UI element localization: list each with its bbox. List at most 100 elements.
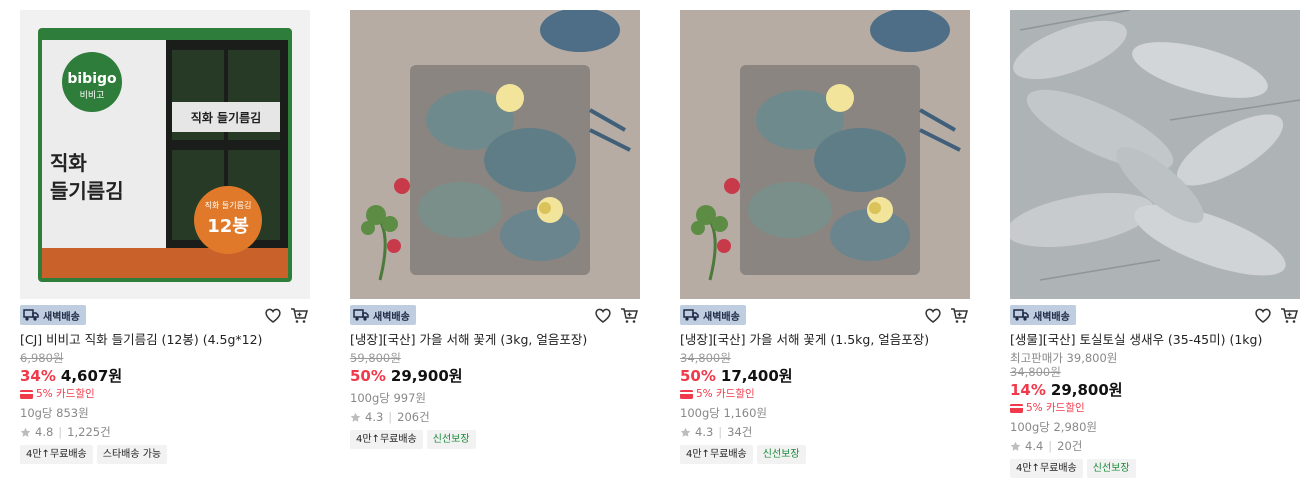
- unit-price: 100g당 2,980원: [1010, 420, 1097, 434]
- review-count: 206건: [397, 410, 430, 424]
- tag-free-delivery: 4만↑무료배송: [680, 445, 753, 464]
- card-discount: 5% 카드할인: [20, 387, 310, 401]
- pack-label: 직화 들기름김: [191, 110, 261, 125]
- sale-price: 17,400원: [720, 367, 793, 385]
- badge-label: 새벽배송: [703, 311, 740, 323]
- truck-icon: [683, 309, 699, 321]
- badge-label: 새벽배송: [373, 311, 410, 323]
- cart-icon[interactable]: [1278, 304, 1300, 326]
- cart-icon[interactable]: [288, 304, 310, 326]
- truck-icon: [1013, 309, 1029, 321]
- product-card[interactable]: 새벽배송 [냉장][국산] 가을 서해 꽃게 (3kg, 얼음포장) 59,80…: [350, 10, 640, 449]
- original-price: 34,800원: [680, 351, 731, 365]
- card-discount: 5% 카드할인: [1010, 401, 1300, 415]
- sale-price: 29,900원: [390, 367, 463, 385]
- circle-count: 12봉: [207, 216, 249, 237]
- discount-rate: 34%: [20, 367, 56, 385]
- tag-list: 4만↑무료배송 신선보장: [350, 430, 640, 449]
- sale-price: 4,607원: [60, 367, 123, 385]
- card-discount-label: 5% 카드할인: [36, 388, 95, 400]
- product-card[interactable]: 새벽배송 [생물][국산] 토실토실 생새우 (35-45미) (1kg) 최고…: [1010, 10, 1300, 478]
- rating-row: 4.8 | 1,225건: [20, 425, 310, 439]
- tag-list: 4만↑무료배송 신선보장: [1010, 459, 1300, 478]
- tag-free-delivery: 4만↑무료배송: [20, 445, 93, 464]
- review-count: 20건: [1057, 439, 1083, 453]
- original-price: 34,800원: [1010, 365, 1061, 379]
- dawn-delivery-badge: 새벽배송: [1010, 305, 1076, 325]
- dawn-delivery-badge: 새벽배송: [20, 305, 86, 325]
- card-icon: [20, 389, 33, 399]
- circle-label: 직화 들기름김: [205, 200, 252, 210]
- rating-separator: |: [58, 425, 63, 439]
- discount-rate: 50%: [680, 367, 716, 385]
- rating-separator: |: [1048, 439, 1053, 453]
- card-icon: [680, 389, 693, 399]
- rating-row: 4.4 | 20건: [1010, 439, 1300, 453]
- card-discount-label: 5% 카드할인: [696, 388, 755, 400]
- card-discount-label: 5% 카드할인: [1026, 402, 1085, 414]
- product-card[interactable]: 직화 들기름김 bibigo 비비고 직화 들기름김 직화 들기름김 12봉 새…: [20, 10, 310, 464]
- product-name[interactable]: [CJ] 비비고 직화 들기름김 (12봉) (4.5g*12): [20, 331, 310, 349]
- product-name[interactable]: [냉장][국산] 가을 서해 꽃게 (1.5kg, 얼음포장): [680, 331, 970, 349]
- sale-price: 29,800원: [1050, 381, 1123, 399]
- card-icon: [1010, 403, 1023, 413]
- rating-value: 4.8: [35, 425, 54, 439]
- review-count: 34건: [727, 425, 753, 439]
- product-image[interactable]: [680, 10, 970, 299]
- star-icon: [680, 427, 691, 437]
- tag-fresh-guarantee: 신선보장: [426, 430, 476, 449]
- rating-separator: |: [388, 410, 393, 424]
- lowest-price-note: 최고판매가 39,800원: [1010, 351, 1118, 365]
- tag-list: 4만↑무료배송 스타배송 가능: [20, 445, 310, 464]
- badge-label: 새벽배송: [1033, 311, 1070, 323]
- rating-value: 4.3: [365, 410, 384, 424]
- star-icon: [350, 412, 361, 422]
- product-card[interactable]: 새벽배송 [냉장][국산] 가을 서해 꽃게 (1.5kg, 얼음포장) 34,…: [680, 10, 970, 464]
- badge-label: 새벽배송: [43, 311, 80, 323]
- heart-icon[interactable]: [922, 304, 944, 326]
- rating-value: 4.4: [1025, 439, 1044, 453]
- rating-row: 4.3 | 34건: [680, 425, 970, 439]
- discount-rate: 50%: [350, 367, 386, 385]
- star-icon: [20, 427, 31, 437]
- heart-icon[interactable]: [592, 304, 614, 326]
- crab-image: [350, 10, 640, 299]
- package-title-1: 직화: [50, 151, 87, 175]
- unit-price: 10g당 853원: [20, 406, 89, 420]
- product-image[interactable]: [1010, 10, 1300, 299]
- rating-value: 4.3: [695, 425, 714, 439]
- original-price: 59,800원: [350, 351, 401, 365]
- card-discount: 5% 카드할인: [680, 387, 970, 401]
- dawn-delivery-badge: 새벽배송: [350, 305, 416, 325]
- heart-icon[interactable]: [1252, 304, 1274, 326]
- original-price: 6,980원: [20, 351, 64, 365]
- review-count: 1,225건: [67, 425, 111, 439]
- cart-icon[interactable]: [618, 304, 640, 326]
- tag-list: 4만↑무료배송 신선보장: [680, 445, 970, 464]
- rating-separator: |: [718, 425, 723, 439]
- shrimp-image: [1010, 10, 1300, 299]
- heart-icon[interactable]: [262, 304, 284, 326]
- package-title-2: 들기름김: [50, 179, 124, 203]
- tag-fresh-guarantee: 신선보장: [756, 445, 806, 464]
- crab-image: [680, 10, 970, 299]
- tag-free-delivery: 4만↑무료배송: [350, 430, 423, 449]
- truck-icon: [353, 309, 369, 321]
- star-icon: [1010, 441, 1021, 451]
- product-image[interactable]: [350, 10, 640, 299]
- tag-free-delivery: 4만↑무료배송: [1010, 459, 1083, 478]
- unit-price: 100g당 997원: [350, 391, 427, 405]
- unit-price: 100g당 1,160원: [680, 406, 767, 420]
- discount-rate: 14%: [1010, 381, 1046, 399]
- product-image[interactable]: 직화 들기름김 bibigo 비비고 직화 들기름김 직화 들기름김 12봉: [20, 10, 310, 299]
- brand-logo: bibigo: [67, 71, 117, 87]
- product-name[interactable]: [냉장][국산] 가을 서해 꽃게 (3kg, 얼음포장): [350, 331, 640, 349]
- product-name[interactable]: [생물][국산] 토실토실 생새우 (35-45미) (1kg): [1010, 331, 1300, 349]
- tag-star-delivery: 스타배송 가능: [96, 445, 168, 464]
- truck-icon: [23, 309, 39, 321]
- dawn-delivery-badge: 새벽배송: [680, 305, 746, 325]
- brand-logo-kr: 비비고: [80, 90, 105, 101]
- seaweed-package-image: 직화 들기름김 bibigo 비비고 직화 들기름김 직화 들기름김 12봉: [20, 10, 310, 299]
- cart-icon[interactable]: [948, 304, 970, 326]
- tag-fresh-guarantee: 신선보장: [1086, 459, 1136, 478]
